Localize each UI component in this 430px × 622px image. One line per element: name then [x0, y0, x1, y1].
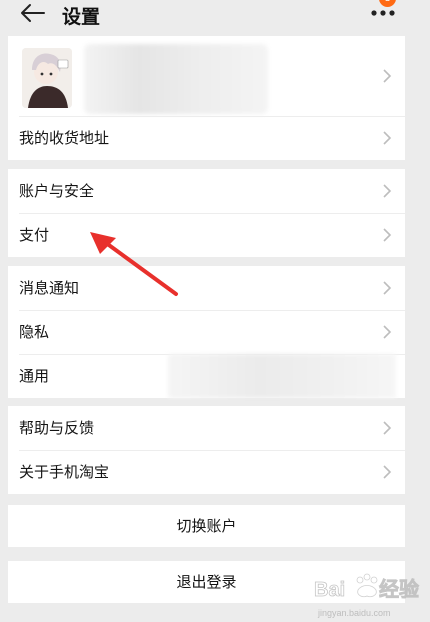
settings-item-label: 消息通知 [19, 279, 80, 297]
settings-item-about-taobao[interactable]: 关于手机淘宝 [8, 450, 405, 494]
help-card: 帮助与反馈 关于手机淘宝 [8, 406, 405, 494]
annotation-arrow-icon [90, 232, 178, 296]
settings-item-label: 账户与安全 [19, 182, 95, 200]
top-bar: 设置 8 [0, 0, 430, 36]
svg-text:jingyan.baidu.com: jingyan.baidu.com [317, 608, 391, 618]
chevron-right-icon [383, 421, 392, 435]
page-title: 设置 [62, 6, 101, 28]
back-arrow-icon[interactable] [20, 3, 48, 23]
svg-text:Bai: Bai [314, 579, 345, 601]
settings-item-label: 关于手机淘宝 [19, 463, 110, 481]
settings-item-account-security[interactable]: 账户与安全 [8, 169, 405, 213]
switch-account-label: 切换账户 [176, 517, 237, 535]
account-card: 账户与安全 支付 [8, 169, 405, 257]
chevron-right-icon [383, 281, 392, 295]
settings-item-payment[interactable]: 支付 [8, 213, 405, 257]
settings-item-label: 通用 [19, 367, 50, 385]
profile-row[interactable] [8, 36, 405, 116]
settings-item-general[interactable]: 通用 [8, 354, 405, 398]
settings-item-shipping-address[interactable]: 我的收货地址 [8, 116, 405, 160]
switch-account-button[interactable]: 切换账户 [8, 505, 405, 547]
settings-item-help-feedback[interactable]: 帮助与反馈 [8, 406, 405, 450]
chevron-right-icon [383, 131, 392, 145]
preferences-card: 消息通知 隐私 通用 [8, 266, 405, 398]
chevron-right-icon [383, 325, 392, 339]
settings-item-label: 我的收货地址 [19, 129, 110, 147]
settings-item-label: 帮助与反馈 [19, 419, 95, 437]
chevron-right-icon [383, 184, 392, 198]
chevron-right-icon [383, 465, 392, 479]
avatar [22, 48, 72, 108]
profile-card: 我的收货地址 [8, 36, 405, 160]
settings-item-label: 隐私 [19, 323, 50, 341]
baidu-watermark-icon: Bai 经验 jingyan.baidu.com [314, 573, 419, 618]
chevron-right-icon [383, 228, 392, 242]
settings-item-privacy[interactable]: 隐私 [8, 310, 405, 354]
settings-item-label: 支付 [19, 226, 50, 244]
profile-name [84, 44, 268, 114]
chevron-right-icon [383, 69, 392, 83]
blurred-content [168, 354, 396, 398]
svg-text:经验: 经验 [379, 577, 419, 601]
settings-item-notifications[interactable]: 消息通知 [8, 266, 405, 310]
